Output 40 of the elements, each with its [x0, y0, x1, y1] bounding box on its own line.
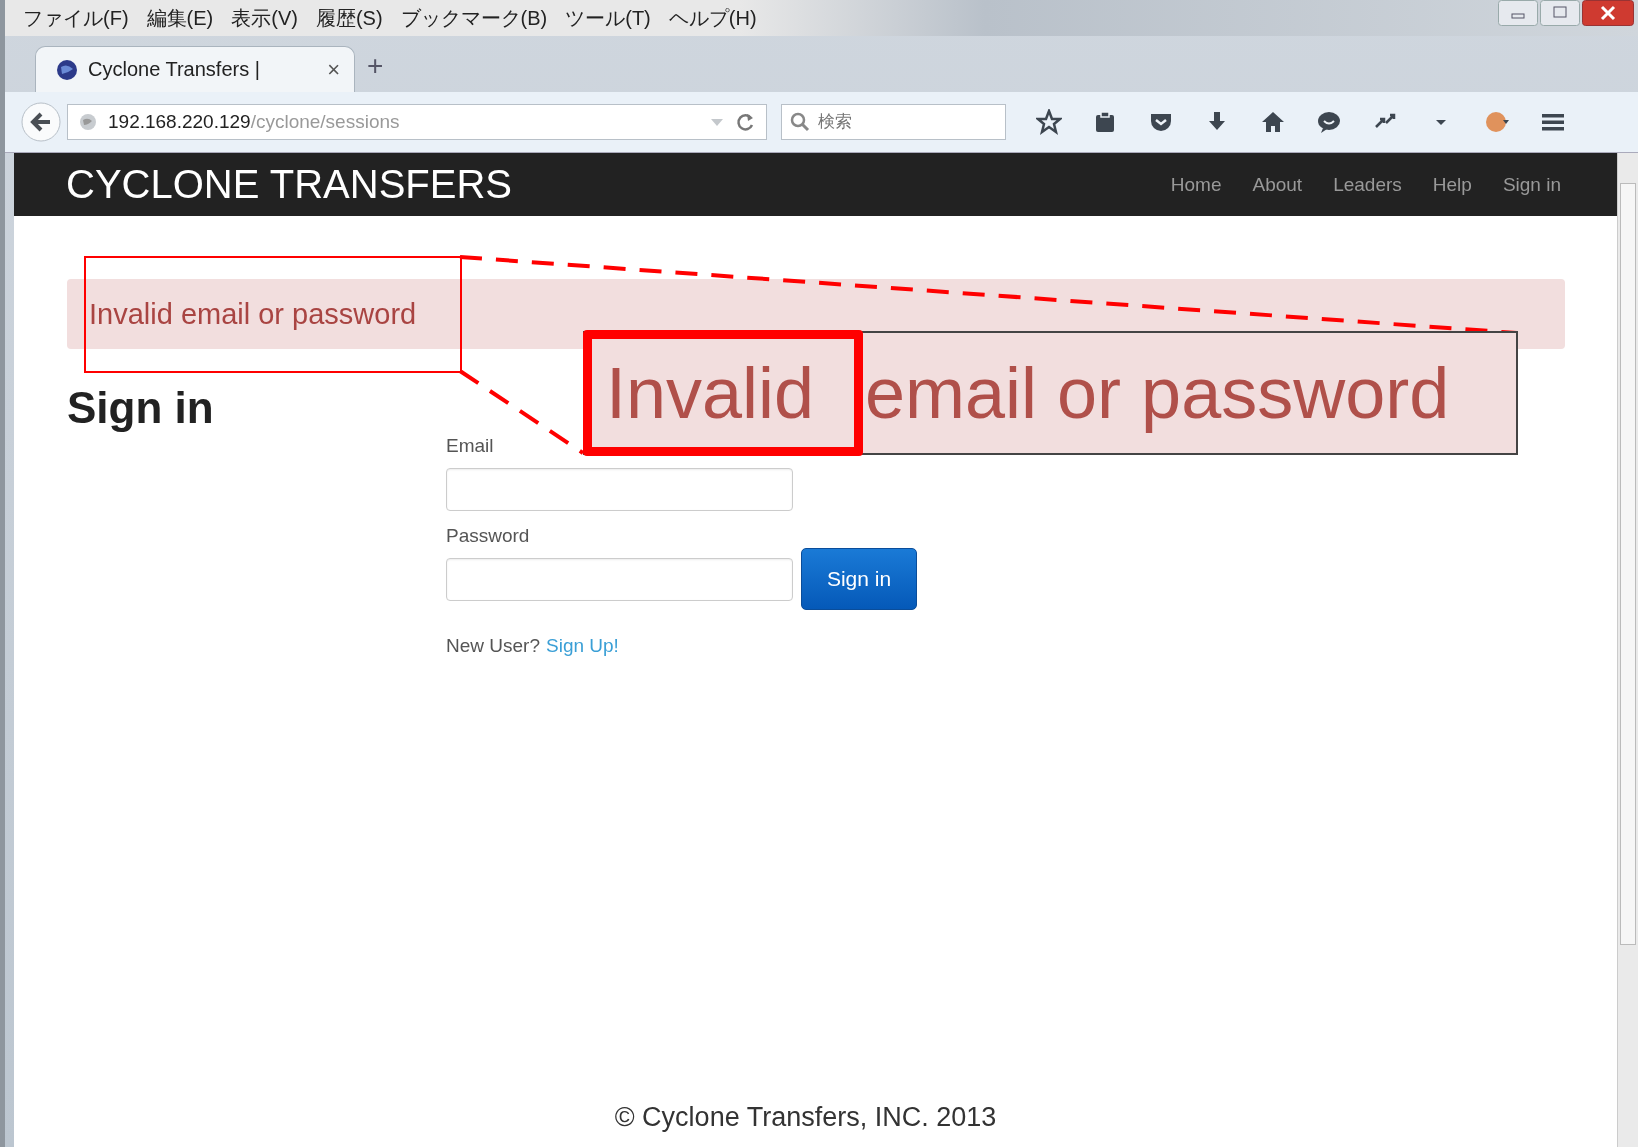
- back-button[interactable]: [21, 102, 61, 142]
- field-label: Email: [446, 435, 495, 457]
- nav-link[interactable]: Home: [1170, 173, 1222, 196]
- nav-link[interactable]: Leaders: [1333, 173, 1402, 196]
- nav-link[interactable]: Help: [1432, 173, 1472, 196]
- globe-icon: [56, 58, 78, 81]
- url-text: 192.168.220.129/cyclone/sessions: [108, 111, 400, 133]
- tab-title: Cyclone Transfers |: [88, 58, 261, 81]
- star-icon[interactable]: [1036, 109, 1062, 135]
- new-tab-button[interactable]: +: [367, 50, 384, 92]
- close-tab-button[interactable]: ×: [327, 56, 340, 83]
- home-icon[interactable]: [1260, 109, 1286, 135]
- chat-icon[interactable]: [1316, 109, 1342, 135]
- address-bar[interactable]: 192.168.220.129/cyclone/sessions: [67, 104, 767, 140]
- footer-text: © Cyclone Transfers, INC. 2013: [614, 1102, 998, 1134]
- globe-icon: [78, 112, 98, 132]
- input-field[interactable]: [446, 557, 793, 601]
- menu-item[interactable]: 編集(E): [146, 4, 214, 32]
- site-brand[interactable]: CYCLONE TRANSFERS: [66, 162, 512, 207]
- sign-in-button[interactable]: Sign in: [801, 548, 917, 610]
- page-heading: Sign in: [67, 383, 215, 434]
- callout-text: Invalid: [606, 352, 815, 434]
- scrollbar[interactable]: [1617, 153, 1638, 1147]
- menu-item[interactable]: ブックマーク(B): [400, 4, 548, 32]
- menu-item[interactable]: ヘルプ(H): [668, 4, 757, 32]
- nav-link[interactable]: About: [1252, 173, 1303, 196]
- menu-item[interactable]: 表示(V): [231, 4, 298, 32]
- search-field[interactable]: 検索: [781, 104, 1006, 140]
- new-user-text: New User?: [446, 635, 540, 657]
- search-icon: [790, 112, 810, 132]
- field-label: Password: [446, 525, 531, 547]
- callout-text: email or password: [865, 352, 1450, 434]
- reload-icon[interactable]: [734, 111, 756, 133]
- menu-item[interactable]: ツール(T): [565, 4, 651, 32]
- browser-tab[interactable]: Cyclone Transfers | ×: [35, 46, 355, 92]
- menu-item[interactable]: ファイル(F): [23, 4, 129, 32]
- menu-item[interactable]: 履歴(S): [315, 4, 383, 32]
- nav-link[interactable]: Sign in: [1502, 173, 1561, 196]
- input-field[interactable]: [446, 467, 793, 511]
- close-button[interactable]: [1582, 0, 1634, 26]
